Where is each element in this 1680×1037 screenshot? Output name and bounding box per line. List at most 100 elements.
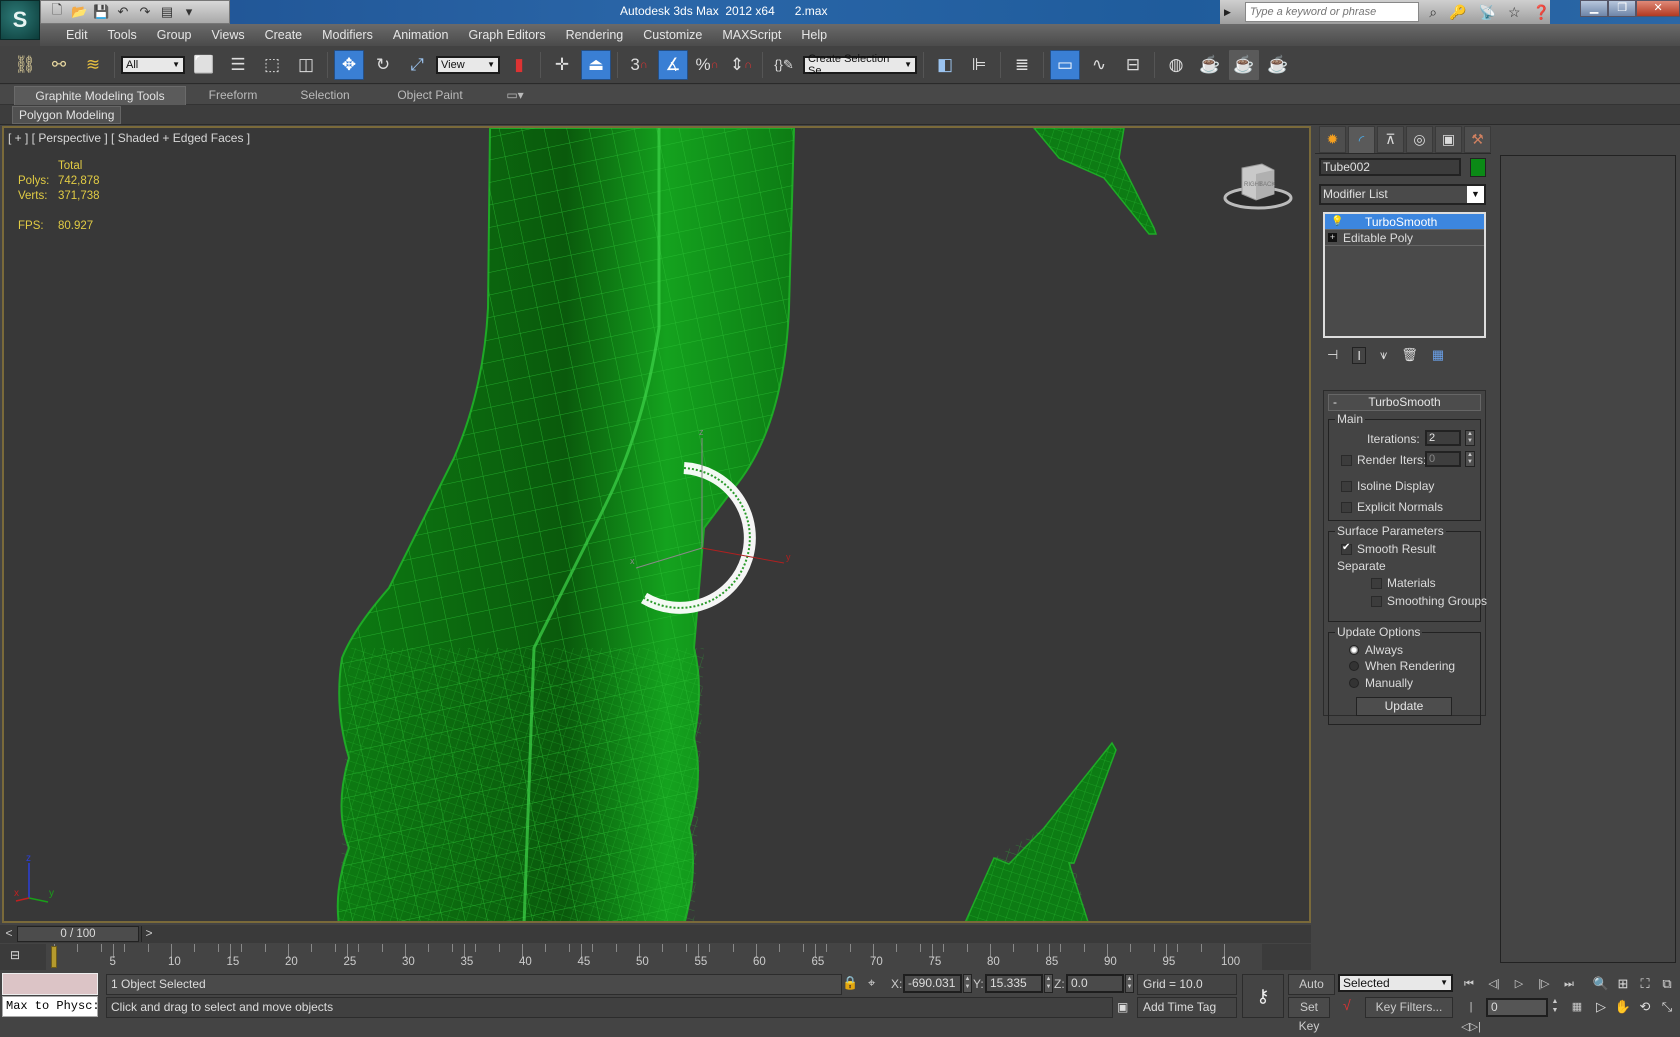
snaps-toggle-icon[interactable]: 3 ∩: [624, 50, 654, 80]
key-icon[interactable]: 🔑: [1449, 4, 1466, 21]
restore-button[interactable]: ❐: [1608, 0, 1637, 17]
display-tab-icon[interactable]: ▣: [1435, 126, 1462, 153]
manipulate-icon[interactable]: ✛: [547, 50, 577, 80]
angle-snap-toggle-icon[interactable]: ∡: [658, 49, 688, 80]
time-slider-prev-button[interactable]: <: [2, 926, 16, 942]
update-manually-radio[interactable]: [1349, 678, 1359, 688]
remove-modifier-icon[interactable]: 🗑: [1401, 347, 1418, 363]
select-by-name-icon[interactable]: ☰: [223, 50, 253, 80]
track-bar-ruler[interactable]: 0510152025303540455055606570758085909510…: [46, 944, 1262, 970]
go-to-end-icon[interactable]: ⏭: [1558, 974, 1580, 994]
layer-manager-icon[interactable]: ≣: [1007, 50, 1037, 80]
update-always-radio[interactable]: [1349, 645, 1359, 655]
spinner-snap-toggle-icon[interactable]: ⇕ ∩: [726, 50, 756, 80]
tab-graphite-modeling-tools[interactable]: Graphite Modeling Tools: [14, 86, 186, 105]
stack-item-editable-poly[interactable]: + Editable Poly: [1325, 230, 1484, 246]
open-file-icon[interactable]: 📂: [71, 4, 87, 20]
time-slider-handle[interactable]: 0 / 100: [17, 926, 139, 942]
iterations-spinner[interactable]: ▲ ▼: [1465, 430, 1475, 446]
hierarchy-tab-icon[interactable]: ⊼: [1377, 126, 1404, 153]
rendered-frame-window-icon[interactable]: ☕: [1229, 49, 1259, 80]
align-icon[interactable]: ⊫: [964, 50, 994, 80]
redo-icon[interactable]: ↷: [137, 4, 153, 20]
auto-key-button[interactable]: Auto Key: [1288, 974, 1335, 1010]
expand-plus-icon[interactable]: +: [1328, 233, 1337, 242]
x-coord-field[interactable]: -690.031: [903, 974, 962, 993]
perspective-viewport[interactable]: z x y z x y [ + ] [ Perspective ] [ Shad…: [2, 126, 1311, 923]
customize-dropdown-icon[interactable]: ▾: [181, 4, 197, 20]
render-setup-icon[interactable]: ☕: [1195, 50, 1225, 80]
menu-help[interactable]: Help: [791, 28, 837, 42]
time-tag-icon[interactable]: ▣: [1117, 1000, 1128, 1014]
isoline-display-checkbox[interactable]: [1341, 481, 1352, 492]
tube-object[interactable]: [336, 128, 796, 923]
spike-object-bottom[interactable]: [964, 741, 1117, 923]
spike-object-top[interactable]: [1033, 128, 1158, 235]
time-slider-next-button[interactable]: >: [141, 926, 156, 942]
select-and-scale-icon[interactable]: ⤢: [402, 50, 432, 80]
x-coord-spinner[interactable]: ▲ ▼: [963, 974, 972, 993]
tab-selection[interactable]: Selection: [290, 86, 360, 105]
tab-freeform[interactable]: Freeform: [190, 86, 276, 105]
stack-item-turbosmooth[interactable]: 💡 TurboSmooth: [1325, 214, 1484, 230]
next-frame-icon[interactable]: |▷: [1533, 974, 1555, 994]
create-tab-icon[interactable]: ✹: [1319, 126, 1346, 153]
absolute-mode-transform-icon[interactable]: ⌖: [868, 975, 875, 991]
maxscript-mini-listener-top[interactable]: [2, 973, 98, 995]
schematic-view-icon[interactable]: ⊟: [1118, 50, 1148, 80]
edit-named-selection-sets-icon[interactable]: {}✎: [769, 50, 799, 80]
scene-canvas[interactable]: z x y z x y: [4, 128, 1311, 923]
project-folder-icon[interactable]: ▤: [159, 4, 175, 20]
make-unique-icon[interactable]: ⩛: [1380, 347, 1387, 363]
object-name-field[interactable]: Tube002: [1319, 158, 1461, 176]
menu-modifiers[interactable]: Modifiers: [312, 28, 383, 42]
rectangular-selection-icon[interactable]: ⬚: [257, 50, 287, 80]
select-object-icon[interactable]: ⬜: [189, 50, 219, 80]
zoom-extents-all-icon[interactable]: ⧉: [1656, 974, 1678, 994]
field-of-view-icon[interactable]: ▷: [1590, 997, 1612, 1017]
tab-object-paint[interactable]: Object Paint: [385, 86, 475, 105]
minimize-button[interactable]: ▁: [1580, 0, 1609, 17]
menu-maxscript[interactable]: MAXScript: [712, 28, 791, 42]
selection-lock-icon[interactable]: 🔒: [842, 975, 858, 991]
viewport-label-menu[interactable]: [ + ] [ Perspective ] [ Shaded + Edged F…: [8, 131, 250, 145]
maxscript-mini-listener[interactable]: Max to Physc:: [2, 996, 98, 1017]
frame-spinner[interactable]: ▲ ▼: [1550, 997, 1560, 1017]
render-iters-field[interactable]: 0: [1425, 451, 1461, 467]
zoom-all-icon[interactable]: ⊞: [1612, 974, 1634, 994]
menu-edit[interactable]: Edit: [56, 28, 98, 42]
previous-frame-icon[interactable]: ◁|: [1483, 974, 1505, 994]
new-file-icon[interactable]: 🗋: [49, 1, 65, 23]
application-menu-button[interactable]: S: [0, 0, 40, 40]
iterations-field[interactable]: 2: [1425, 430, 1461, 446]
polygon-modeling-panel[interactable]: Polygon Modeling: [12, 106, 122, 124]
material-editor-icon[interactable]: ◍: [1161, 50, 1191, 80]
default-tangents-icon[interactable]: √: [1343, 997, 1361, 1018]
menu-tools[interactable]: Tools: [98, 28, 147, 42]
unlink-selection-icon[interactable]: ⚯: [44, 50, 74, 80]
zoom-icon[interactable]: 🔍: [1590, 974, 1612, 994]
open-mini-curve-editor-icon[interactable]: ⊟: [10, 948, 32, 966]
render-iters-spinner[interactable]: ▲ ▼: [1465, 451, 1475, 467]
z-coord-spinner[interactable]: ▲ ▼: [1125, 974, 1134, 993]
show-end-result-icon[interactable]: I: [1352, 346, 1366, 364]
smooth-result-checkbox[interactable]: [1341, 542, 1352, 555]
named-selection-sets-dropdown[interactable]: Create Selection Se ▼: [803, 53, 917, 77]
add-time-tag-button[interactable]: Add Time Tag: [1137, 997, 1237, 1018]
motion-tab-icon[interactable]: ◎: [1406, 126, 1433, 153]
select-and-link-icon[interactable]: ⛓: [10, 50, 40, 80]
undo-icon[interactable]: ↶: [115, 4, 131, 20]
current-frame-field[interactable]: 0: [1486, 998, 1548, 1017]
ribbon-options-icon[interactable]: ▭▾: [500, 86, 530, 105]
percent-snap-toggle-icon[interactable]: % ∩: [692, 50, 722, 80]
key-filters-button[interactable]: Key Filters...: [1365, 997, 1453, 1018]
explicit-normals-checkbox[interactable]: [1341, 502, 1352, 513]
orbit-icon[interactable]: ⟲: [1634, 997, 1656, 1017]
binoculars-icon[interactable]: ⌕: [1429, 4, 1437, 21]
go-to-start-icon[interactable]: ⏮: [1458, 974, 1480, 994]
materials-checkbox[interactable]: [1371, 578, 1382, 589]
update-button[interactable]: Update: [1356, 697, 1452, 716]
zoom-extents-icon[interactable]: ⛶: [1634, 974, 1656, 994]
menu-animation[interactable]: Animation: [383, 28, 459, 42]
update-when-rendering-radio[interactable]: [1349, 661, 1359, 671]
